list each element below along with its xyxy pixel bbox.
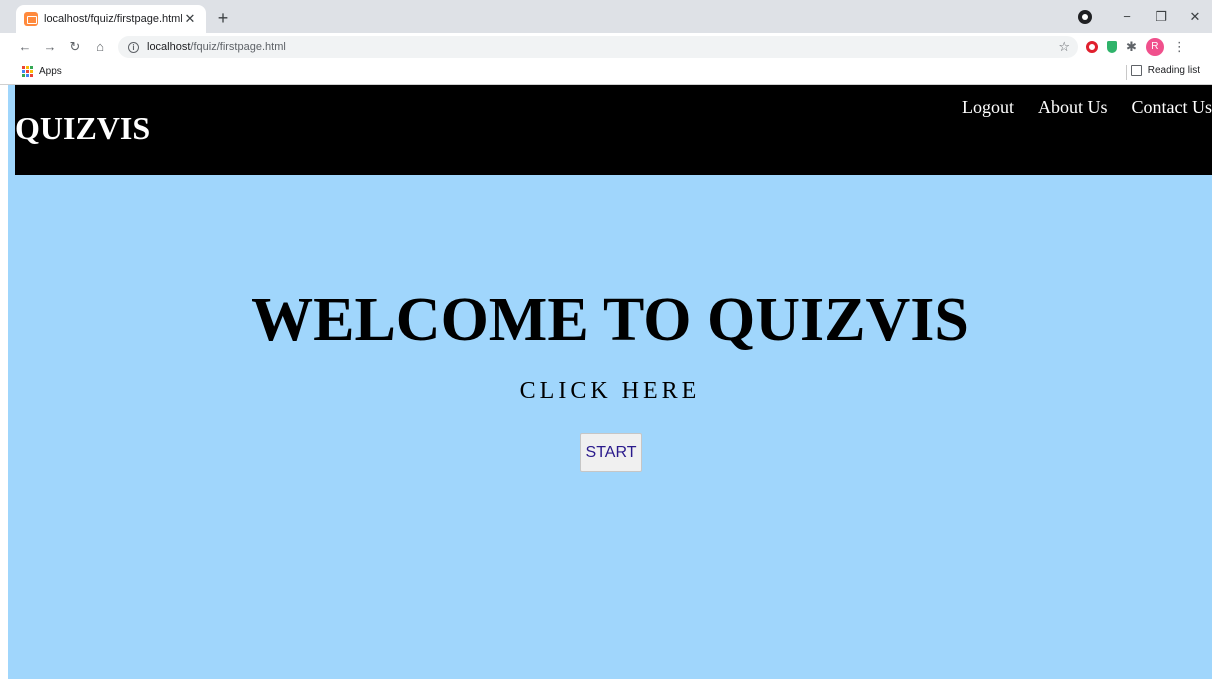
site-nav: Logout About Us Contact Us [962, 97, 1212, 118]
bookmarks-divider [1126, 65, 1127, 80]
browser-toolbar: ← → ↻ ⌂ i localhost/fquiz/firstpage.html… [0, 33, 1212, 60]
opera-extension-icon[interactable] [1086, 40, 1098, 53]
tab-strip: localhost/fquiz/firstpage.html ✕ + − ❐ ✕ [0, 0, 1212, 33]
click-here-label: CLICK HERE [519, 378, 701, 404]
nav-about-us-link[interactable]: About Us [1038, 97, 1108, 118]
page-viewport: QUIZVIS Logout About Us Contact Us WELCO… [8, 85, 1212, 679]
welcome-heading: WELCOME TO QUIZVIS [251, 286, 969, 354]
menu-kebab-icon[interactable]: ⋮ [1173, 39, 1186, 55]
site-header: QUIZVIS Logout About Us Contact Us [15, 85, 1212, 175]
restore-button[interactable]: ❐ [1144, 9, 1178, 25]
apps-shortcut[interactable]: Apps [22, 66, 62, 77]
apps-label: Apps [39, 66, 62, 77]
favicon-icon [24, 12, 38, 26]
bookmark-star-icon[interactable]: ☆ [1058, 39, 1070, 55]
nav-logout-link[interactable]: Logout [962, 97, 1014, 118]
url-text[interactable]: localhost/fquiz/firstpage.html [147, 41, 286, 53]
reading-list-button[interactable]: Reading list [1130, 65, 1200, 76]
nav-contact-us-link[interactable]: Contact Us [1132, 97, 1212, 118]
url-host: localhost [147, 41, 191, 53]
minimize-button[interactable]: − [1110, 9, 1144, 24]
new-tab-button[interactable]: + [212, 8, 234, 30]
reload-button[interactable]: ↻ [64, 39, 86, 55]
window-controls: − ❐ ✕ [1078, 0, 1212, 33]
shield-extension-icon[interactable] [1107, 40, 1117, 53]
extensions-area: ✱ R ⋮ [1086, 33, 1186, 60]
close-window-button[interactable]: ✕ [1178, 9, 1212, 25]
url-path: /fquiz/firstpage.html [190, 41, 286, 53]
site-logo: QUIZVIS [15, 110, 151, 146]
start-button[interactable]: START [580, 433, 642, 472]
tab-title: localhost/fquiz/firstpage.html [44, 13, 182, 25]
browser-tab[interactable]: localhost/fquiz/firstpage.html ✕ [16, 5, 206, 33]
tab-close-icon[interactable]: ✕ [182, 11, 198, 27]
profile-avatar[interactable]: R [1145, 37, 1164, 56]
home-button[interactable]: ⌂ [89, 39, 111, 54]
reading-list-label: Reading list [1147, 65, 1200, 76]
apps-grid-icon [22, 66, 33, 77]
site-info-icon[interactable]: i [128, 41, 139, 53]
bookmarks-bar: Apps Reading list [0, 60, 1212, 85]
extensions-puzzle-icon[interactable]: ✱ [1126, 39, 1137, 55]
incognito-profile-icon[interactable] [1078, 9, 1092, 24]
address-bar[interactable]: i localhost/fquiz/firstpage.html ☆ [118, 36, 1078, 58]
page-gutter [0, 85, 8, 679]
reading-list-icon [1130, 65, 1142, 76]
forward-button[interactable]: → [39, 39, 61, 54]
back-button[interactable]: ← [14, 39, 36, 54]
